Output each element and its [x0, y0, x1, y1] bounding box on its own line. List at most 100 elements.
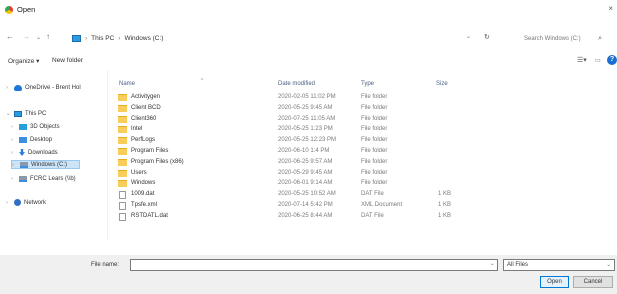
- search-placeholder: Search Windows (C:): [524, 35, 581, 42]
- cell-date: 2020-05-25 12:23 PM: [278, 137, 337, 144]
- chevron-down-icon[interactable]: ⌄: [466, 33, 471, 40]
- table-row[interactable]: RSTDATL.dat 2020-06-25 8:44 AM DAT File 1 K…: [118, 212, 498, 222]
- file-name-label: File name:: [91, 262, 120, 268]
- organize-button[interactable]: Organize ▾: [8, 57, 39, 65]
- table-row[interactable]: 1009.dat 2020-05-25 10:52 AM DAT File 1 KB: [118, 190, 498, 200]
- chevron-right-icon[interactable]: ›: [6, 85, 11, 91]
- cell-type: File folder: [361, 169, 388, 176]
- title-bar: Open ×: [0, 0, 617, 20]
- cell-date: 2020-07-14 5:42 PM: [278, 202, 333, 208]
- table-row[interactable]: Activitygen 2020-02-05 11:02 PM File folde…: [118, 93, 498, 103]
- table-row[interactable]: PerfLogs 2020-05-25 12:23 PM File folder: [118, 136, 498, 146]
- nav-item-label: OneDrive - Brent Hol: [25, 84, 81, 91]
- refresh-icon[interactable]: ↻: [484, 33, 490, 41]
- table-row[interactable]: Program Files (x86) 2020-06-25 9:57 AM Fil…: [118, 158, 498, 168]
- column-header-type[interactable]: Type: [361, 81, 374, 87]
- chrome-icon: [5, 6, 13, 14]
- table-row[interactable]: Program Files 2020-06-10 1:4 PM File folde…: [118, 147, 498, 157]
- table-row[interactable]: Intel 2020-05-25 1:23 PM File folder: [118, 125, 498, 135]
- cell-type: File folder: [361, 94, 388, 100]
- chevron-down-icon: ⌄: [606, 262, 611, 268]
- column-header-size[interactable]: Size: [436, 81, 448, 87]
- cell-type: XML Document: [361, 202, 403, 208]
- chevron-right-icon[interactable]: ›: [11, 176, 16, 182]
- cell-name: Intel: [131, 126, 143, 133]
- cell-name: Activitygen: [131, 94, 161, 100]
- cell-name: 1009.dat: [131, 191, 155, 198]
- folder-icon: [118, 158, 127, 166]
- this-pc-icon: [72, 35, 81, 42]
- nav-item-3d-objects[interactable]: › 3D Objects: [11, 122, 60, 131]
- up-icon[interactable]: ↑: [46, 32, 50, 41]
- nav-item-downloads[interactable]: › Downloads: [11, 148, 58, 157]
- dialog-title: Open: [17, 5, 36, 14]
- onedrive-icon: [14, 84, 22, 91]
- cell-date: 2020-05-25 1:23 PM: [278, 126, 333, 133]
- back-icon[interactable]: ←: [6, 32, 14, 41]
- column-header-date[interactable]: Date modified: [278, 81, 315, 87]
- nav-item-onedrive[interactable]: › OneDrive - Brent Hol: [6, 83, 81, 92]
- open-button[interactable]: Open: [540, 276, 569, 288]
- navigation-pane: › OneDrive - Brent Hol ⌄ This PC › 3D Ob…: [0, 70, 108, 240]
- chevron-right-icon[interactable]: ›: [11, 137, 16, 143]
- forward-icon[interactable]: →: [22, 32, 30, 41]
- close-button[interactable]: ×: [608, 4, 613, 13]
- column-header-name[interactable]: Name: [119, 81, 135, 87]
- cell-date: 2020-05-25 10:52 AM: [278, 191, 336, 198]
- nav-item-label: FCRC Lears (\\b): [30, 175, 76, 182]
- cell-date: 2020-06-01 9:14 AM: [278, 180, 333, 187]
- preview-pane-icon[interactable]: ▭: [595, 57, 601, 64]
- nav-item-label: 3D Objects: [30, 123, 60, 130]
- cell-name: Tpsfe.xml: [131, 202, 158, 208]
- table-row[interactable]: Windows 2020-06-01 9:14 AM File folder: [118, 179, 498, 189]
- cell-type: File folder: [361, 104, 388, 111]
- view-options-icon[interactable]: ☰▾: [577, 56, 587, 64]
- cell-type: File folder: [361, 180, 388, 187]
- table-row[interactable]: Client BCD 2020-05-25 9:45 AM File folder: [118, 104, 498, 114]
- folder-icon: [118, 115, 127, 123]
- chevron-right-icon[interactable]: ›: [11, 150, 16, 156]
- new-folder-button[interactable]: New folder: [52, 57, 83, 64]
- address-bar: ← → ⌄ ↑ › This PC › Windows (C:) ⌄ ↻ Sea…: [0, 29, 617, 47]
- folder-icon: [118, 126, 127, 134]
- cell-date: 2020-06-10 1:4 PM: [278, 148, 330, 154]
- cell-name: Program Files: [131, 148, 169, 154]
- nav-item-label: Downloads: [28, 149, 58, 156]
- downloads-icon: [19, 149, 25, 156]
- chevron-right-icon[interactable]: ›: [12, 162, 17, 168]
- chevron-down-icon[interactable]: ⌄: [490, 261, 495, 267]
- cell-date: 2020-07-25 11:05 AM: [278, 115, 336, 122]
- breadcrumb-this-pc[interactable]: This PC: [91, 35, 114, 42]
- file-icon: [119, 202, 126, 210]
- recent-locations-icon[interactable]: ⌄: [36, 34, 41, 41]
- nav-item-network[interactable]: › Network: [6, 198, 46, 207]
- nav-item-label: Network: [24, 199, 47, 206]
- 3d-objects-icon: [19, 123, 27, 130]
- breadcrumb[interactable]: › This PC › Windows (C:): [72, 33, 163, 44]
- cell-name: Client360: [131, 115, 157, 122]
- file-type-select[interactable]: All Files ⌄: [503, 259, 615, 271]
- nav-item-label: Desktop: [30, 136, 53, 143]
- chevron-down-icon[interactable]: ⌄: [6, 111, 11, 117]
- nav-item-desktop[interactable]: › Desktop: [11, 135, 52, 144]
- chevron-right-icon[interactable]: ›: [11, 124, 16, 130]
- cell-date: 2020-06-25 8:44 AM: [278, 212, 333, 219]
- table-row[interactable]: Tpsfe.xml 2020-07-14 5:42 PM XML Document 1…: [118, 201, 498, 211]
- nav-item-label: This PC: [25, 110, 47, 117]
- chevron-right-icon[interactable]: ›: [6, 200, 11, 206]
- file-name-input[interactable]: [130, 259, 498, 271]
- cell-type: File folder: [361, 158, 388, 165]
- nav-item-this-pc[interactable]: ⌄ This PC: [6, 109, 46, 118]
- breadcrumb-windows-c[interactable]: Windows (C:): [124, 35, 163, 42]
- cell-size: 1 KB: [438, 202, 452, 208]
- nav-item-network-drive[interactable]: › FCRC Lears (\\b): [11, 174, 76, 183]
- search-input[interactable]: Search Windows (C:) ⌕: [520, 32, 606, 45]
- nav-item-windows-c[interactable]: › Windows (C:): [11, 160, 81, 169]
- table-row[interactable]: Users 2020-05-29 9:45 AM File folder: [118, 169, 498, 179]
- cell-name: Client BCD: [131, 104, 161, 111]
- cell-type: DAT File: [361, 212, 384, 219]
- table-row[interactable]: Client360 2020-07-25 11:05 AM File folder: [118, 115, 498, 125]
- folder-icon: [118, 94, 127, 101]
- help-icon[interactable]: ?: [607, 55, 617, 65]
- cancel-button[interactable]: Cancel: [573, 276, 613, 288]
